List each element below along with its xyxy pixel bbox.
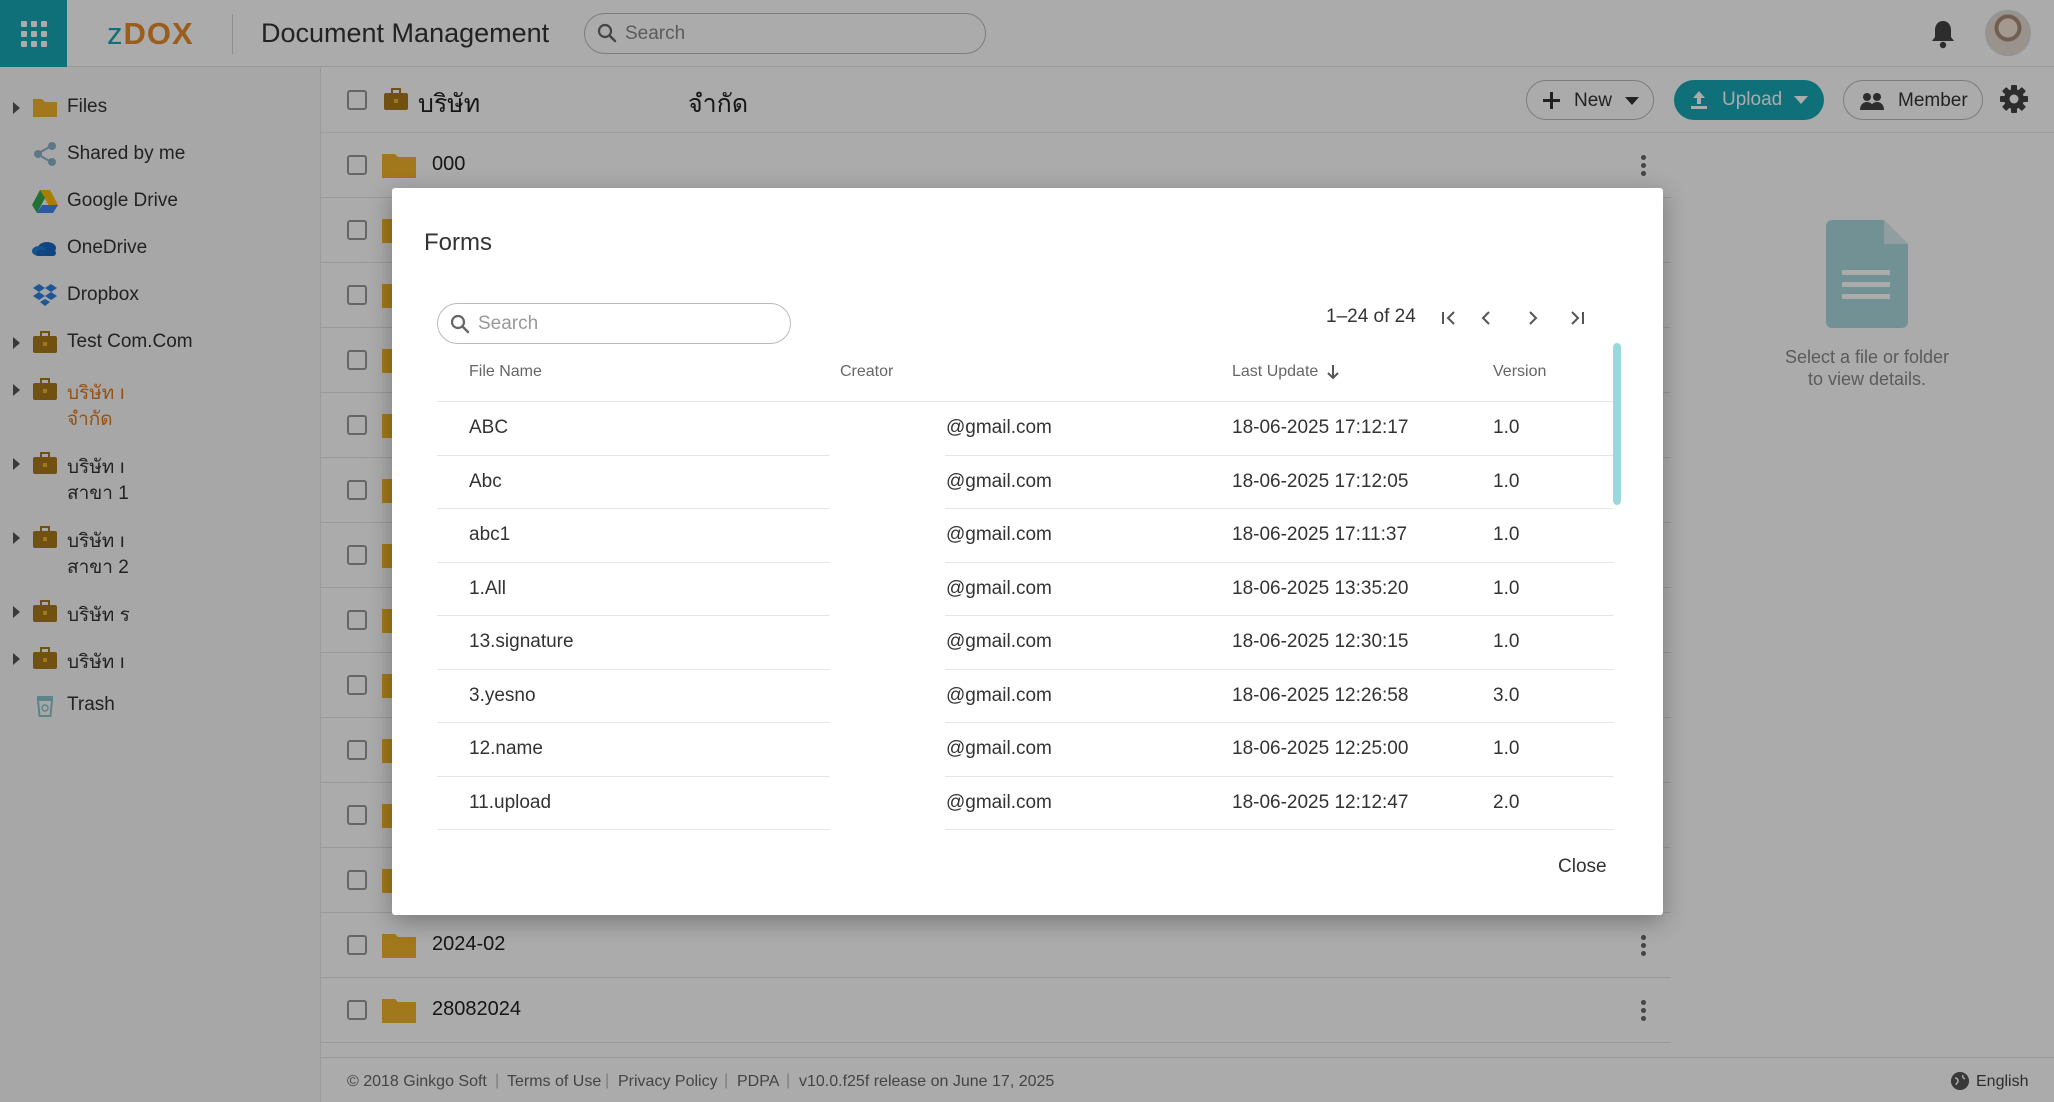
cell-file-name: Abc [469, 470, 502, 492]
cell-version: 1.0 [1493, 577, 1520, 599]
next-page-icon[interactable] [1519, 304, 1547, 332]
table-row[interactable]: 13.signature @gmail.com 18-06-2025 12:30… [437, 616, 1613, 670]
cell-creator: @gmail.com [946, 738, 1052, 759]
first-page-icon[interactable] [1435, 304, 1463, 332]
previous-page-icon[interactable] [1472, 304, 1500, 332]
cell-file-name: 1.All [469, 577, 506, 599]
column-header-file-name[interactable]: File Name [469, 363, 542, 381]
cell-last-update: 18-06-2025 12:30:15 [1232, 631, 1409, 652]
pagination-range: 1–24 of 24 [1326, 306, 1416, 327]
dialog-search-input[interactable] [478, 313, 778, 335]
table-row[interactable]: abc1 @gmail.com 18-06-2025 17:11:37 1.0 [437, 509, 1613, 563]
last-page-icon[interactable] [1563, 304, 1591, 332]
column-header-last-update[interactable]: Last Update [1232, 363, 1318, 381]
cell-creator: @gmail.com [946, 417, 1052, 438]
cell-last-update: 18-06-2025 12:25:00 [1232, 738, 1409, 759]
column-header-version[interactable]: Version [1493, 363, 1546, 381]
table-row[interactable]: ABC @gmail.com 18-06-2025 17:12:17 1.0 [437, 402, 1613, 456]
sort-descending-icon[interactable] [1326, 363, 1340, 381]
cell-creator: @gmail.com [946, 631, 1052, 652]
cell-last-update: 18-06-2025 17:11:37 [1232, 524, 1408, 545]
cell-creator: @gmail.com [946, 791, 1052, 813]
cell-file-name: 12.name [469, 738, 543, 759]
dialog-search-box[interactable] [437, 303, 791, 344]
cell-creator: @gmail.com [946, 577, 1052, 599]
table-row[interactable]: 1.All @gmail.com 18-06-2025 13:35:20 1.0 [437, 563, 1613, 616]
cell-creator: @gmail.com [946, 524, 1052, 545]
cell-last-update: 18-06-2025 13:35:20 [1232, 577, 1409, 599]
cell-version: 1.0 [1493, 417, 1520, 438]
cell-last-update: 18-06-2025 17:12:05 [1232, 470, 1409, 492]
cell-file-name: 11.upload [469, 791, 552, 813]
table-row[interactable]: 12.name @gmail.com 18-06-2025 12:25:00 1… [437, 723, 1613, 777]
row-divider [945, 829, 1613, 830]
table-row[interactable]: Abc @gmail.com 18-06-2025 17:12:05 1.0 [437, 456, 1613, 509]
column-header-creator[interactable]: Creator [840, 363, 893, 381]
cell-last-update: 18-06-2025 17:12:17 [1232, 417, 1409, 438]
cell-file-name: 13.signature [469, 631, 574, 652]
cell-version: 1.0 [1493, 631, 1520, 652]
cell-last-update: 18-06-2025 12:26:58 [1232, 684, 1409, 706]
search-icon [450, 314, 470, 334]
forms-table-body[interactable]: ABC @gmail.com 18-06-2025 17:12:17 1.0 A… [437, 402, 1613, 1000]
cell-file-name: ABC [469, 417, 509, 438]
dialog-title: Forms [424, 229, 492, 256]
cell-version: 1.0 [1493, 738, 1520, 759]
cell-version: 1.0 [1493, 524, 1520, 545]
cell-creator: @gmail.com [946, 470, 1052, 492]
table-row[interactable]: 3.yesno @gmail.com 18-06-2025 12:26:58 3… [437, 670, 1613, 723]
cell-file-name: 3.yesno [469, 684, 536, 706]
row-divider [437, 829, 829, 830]
cell-creator: @gmail.com [946, 684, 1052, 706]
cell-version: 2.0 [1493, 791, 1520, 813]
table-row[interactable]: 11.upload @gmail.com 18-06-2025 12:12:47… [437, 777, 1613, 830]
close-button[interactable]: Close [1558, 856, 1607, 878]
cell-last-update: 18-06-2025 12:12:47 [1232, 791, 1409, 813]
cell-version: 3.0 [1493, 684, 1520, 706]
table-scrollbar[interactable] [1613, 343, 1621, 505]
cell-file-name: abc1 [469, 524, 511, 545]
cell-version: 1.0 [1493, 470, 1520, 492]
forms-dialog: Forms 1–24 of 24 File Name Creator Last … [392, 188, 1663, 915]
